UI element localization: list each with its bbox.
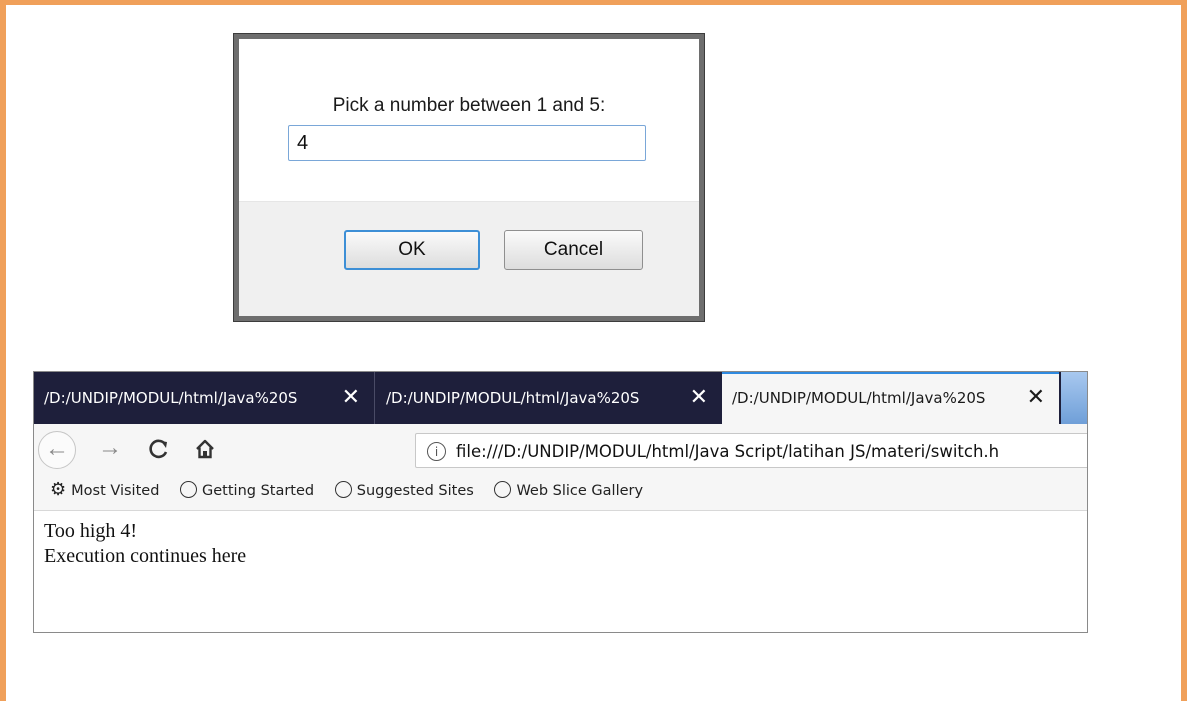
close-tab-icon[interactable]: ✕ [1027, 374, 1045, 422]
reload-icon[interactable] [148, 431, 170, 465]
tab-3-active[interactable]: /D:/UNDIP/MODUL/html/Java%20S ✕ [722, 372, 1059, 424]
output-line: Execution continues here [44, 545, 247, 567]
info-icon[interactable]: i [427, 442, 446, 461]
forward-icon[interactable]: → [98, 431, 122, 465]
navigation-bar: ← → i file:///D:/UNDIP/MODUL/html/Java Sc… [34, 424, 1087, 472]
tab-1[interactable]: /D:/UNDIP/MODUL/html/Java%20S ✕ [34, 372, 375, 424]
prompt-dialog: Pick a number between 1 and 5: OK Cancel [233, 33, 705, 322]
tab-title: /D:/UNDIP/MODUL/html/Java%20S [732, 389, 986, 407]
close-tab-icon[interactable]: ✕ [342, 372, 360, 424]
globe-icon [334, 480, 352, 498]
globe-icon [180, 480, 198, 498]
bookmark-label: Getting Started [202, 483, 315, 499]
prompt-dialog-body: Pick a number between 1 and 5: OK Cancel [239, 39, 699, 316]
prompt-input[interactable] [288, 125, 646, 161]
tab-2[interactable]: /D:/UNDIP/MODUL/html/Java%20S ✕ [376, 372, 722, 424]
bookmark-label: Most Visited [71, 483, 160, 499]
new-tab-button[interactable] [1061, 372, 1087, 424]
ok-button[interactable]: OK [344, 230, 480, 270]
prompt-message: Pick a number between 1 and 5: [332, 95, 606, 116]
bookmarks-toolbar: ⚙ Most Visited Getting Started Suggested … [34, 472, 1087, 511]
bookmark-getting-started[interactable]: Getting Started [180, 472, 314, 510]
home-icon-graphic [196, 439, 214, 459]
bookmark-suggested-sites[interactable]: Suggested Sites [334, 472, 474, 510]
bookmark-most-visited[interactable]: ⚙ Most Visited [50, 472, 159, 510]
output-line: Too high 4! [44, 520, 138, 542]
close-tab-icon[interactable]: ✕ [690, 372, 708, 424]
reload-icon-graphic [149, 439, 168, 458]
tab-bar: /D:/UNDIP/MODUL/html/Java%20S ✕ /D:/UNDI… [34, 372, 1087, 424]
home-icon[interactable] [194, 431, 216, 465]
tab-title: /D:/UNDIP/MODUL/html/Java%20S [44, 389, 298, 407]
page-content: Too high 4! Execution continues here [44, 519, 246, 569]
prompt-dialog-footer: OK Cancel [239, 201, 699, 316]
browser-window: /D:/UNDIP/MODUL/html/Java%20S ✕ /D:/UNDI… [33, 371, 1088, 633]
cancel-button[interactable]: Cancel [504, 230, 643, 270]
url-text: file:///D:/UNDIP/MODUL/html/Java Script/… [456, 442, 1000, 461]
bookmark-label: Suggested Sites [356, 483, 474, 499]
globe-icon [494, 480, 512, 498]
bookmark-label: Web Slice Gallery [516, 483, 644, 499]
address-bar[interactable]: i file:///D:/UNDIP/MODUL/html/Java Script… [415, 433, 1087, 468]
tab-title: /D:/UNDIP/MODUL/html/Java%20S [386, 389, 640, 407]
bookmark-web-slice-gallery[interactable]: Web Slice Gallery [494, 472, 643, 510]
gear-icon: ⚙ [50, 479, 67, 500]
back-icon[interactable]: ← [38, 431, 76, 469]
